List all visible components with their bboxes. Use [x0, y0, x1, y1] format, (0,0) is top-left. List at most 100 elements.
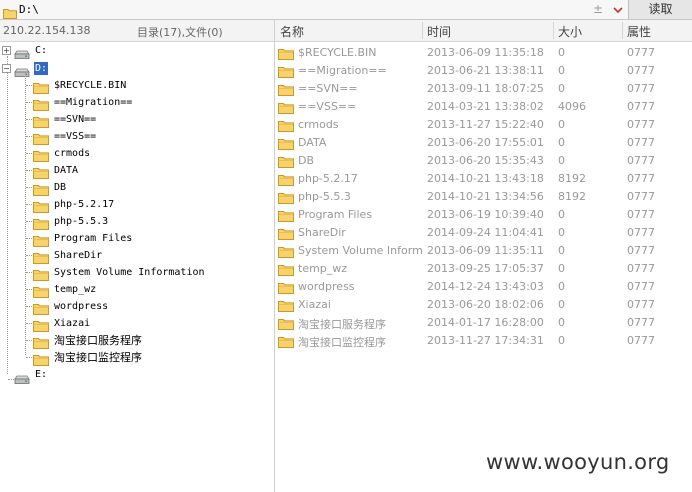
up-glyph[interactable]: ±: [593, 2, 603, 16]
tree-folder[interactable]: DB: [54, 181, 66, 194]
column-attr[interactable]: 属性: [627, 23, 651, 40]
tree-folder[interactable]: php-5.2.17: [54, 198, 114, 211]
tree-folder[interactable]: temp_wz: [54, 283, 96, 296]
file-size: 0: [558, 262, 565, 275]
column-separator[interactable]: [422, 22, 423, 39]
file-row[interactable]: ==Migration== 2013-06-21 13:38:11 0 0777: [275, 62, 692, 80]
file-row[interactable]: DB 2013-06-20 15:35:43 0 0777: [275, 152, 692, 170]
column-separator[interactable]: [553, 22, 554, 39]
tree-connector: [26, 323, 32, 324]
file-size: 4096: [558, 100, 586, 113]
file-row[interactable]: 淘宝接口服务程序 2014-01-17 16:28:00 0 0777: [275, 314, 692, 332]
tree-folder[interactable]: 淘宝接口监控程序: [54, 351, 142, 364]
file-attr[interactable]: 0777: [627, 64, 655, 77]
tree-folder[interactable]: Xiazai: [54, 317, 90, 330]
file-attr[interactable]: 0777: [627, 226, 655, 239]
file-attr[interactable]: 0777: [627, 244, 655, 257]
file-attr[interactable]: 0777: [627, 208, 655, 221]
tree-folder[interactable]: 淘宝接口服务程序: [54, 334, 142, 347]
tree-folder[interactable]: System Volume Information: [54, 266, 205, 279]
current-path[interactable]: D:\: [19, 3, 39, 16]
file-name[interactable]: Program Files: [298, 208, 423, 221]
file-name[interactable]: wordpress: [298, 280, 423, 293]
tree-folder[interactable]: ShareDir: [54, 249, 102, 262]
file-name[interactable]: 淘宝接口监控程序: [298, 334, 423, 350]
column-time[interactable]: 时间: [427, 23, 451, 40]
file-name[interactable]: crmods: [298, 118, 423, 131]
file-attr[interactable]: 0777: [627, 118, 655, 131]
read-button[interactable]: 读取: [628, 0, 692, 19]
tree-folder[interactable]: $RECYCLE.BIN: [54, 79, 126, 92]
file-name[interactable]: ==SVN==: [298, 82, 423, 95]
file-attr[interactable]: 0777: [627, 334, 655, 347]
tree-folder[interactable]: wordpress: [54, 300, 108, 313]
file-row[interactable]: 淘宝接口监控程序 2013-11-27 17:34:31 0 0777: [275, 332, 692, 350]
tree-folder[interactable]: php-5.5.3: [54, 215, 108, 228]
tree-drive-d[interactable]: D:: [34, 62, 49, 75]
file-name[interactable]: DATA: [298, 136, 423, 149]
file-name[interactable]: System Volume Informati...: [298, 244, 423, 257]
file-row[interactable]: ==VSS== 2014-03-21 13:38:02 4096 0777: [275, 98, 692, 116]
tree-connector: [26, 170, 32, 171]
file-row[interactable]: php-5.5.3 2014-10-21 13:34:56 8192 0777: [275, 188, 692, 206]
file-name[interactable]: php-5.2.17: [298, 172, 423, 185]
file-name[interactable]: ==Migration==: [298, 64, 423, 77]
tree-drive-e[interactable]: E:: [35, 368, 47, 381]
file-row[interactable]: Xiazai 2013-06-20 18:02:06 0 0777: [275, 296, 692, 314]
file-row[interactable]: wordpress 2014-12-24 13:43:03 0 0777: [275, 278, 692, 296]
file-name[interactable]: 淘宝接口服务程序: [298, 316, 423, 332]
file-name[interactable]: Xiazai: [298, 298, 423, 311]
file-row[interactable]: crmods 2013-11-27 15:22:40 0 0777: [275, 116, 692, 134]
column-name[interactable]: 名称: [280, 23, 304, 40]
column-size[interactable]: 大小: [558, 23, 582, 40]
tree-folder[interactable]: ==SVN==: [54, 113, 96, 126]
file-row[interactable]: php-5.2.17 2014-10-21 13:43:18 8192 0777: [275, 170, 692, 188]
file-attr[interactable]: 0777: [627, 82, 655, 95]
file-name[interactable]: $RECYCLE.BIN: [298, 46, 423, 59]
folder-icon: [278, 83, 294, 99]
chevron-down-icon[interactable]: [611, 2, 625, 16]
tree-drive-c[interactable]: C:: [35, 44, 47, 57]
tree-folder[interactable]: ==Migration==: [54, 96, 132, 109]
folder-icon: [278, 317, 294, 333]
folder-icon: [278, 263, 294, 279]
watermark: www.wooyun.org: [486, 450, 670, 474]
file-attr[interactable]: 0777: [627, 280, 655, 293]
file-attr[interactable]: 0777: [627, 100, 655, 113]
file-row[interactable]: System Volume Informati... 2013-06-09 11:…: [275, 242, 692, 260]
tree-folder[interactable]: crmods: [54, 147, 90, 160]
file-attr[interactable]: 0777: [627, 298, 655, 311]
file-row[interactable]: temp_wz 2013-09-25 17:05:37 0 0777: [275, 260, 692, 278]
file-row[interactable]: DATA 2013-06-20 17:55:01 0 0777: [275, 134, 692, 152]
file-attr[interactable]: 0777: [627, 154, 655, 167]
file-name[interactable]: DB: [298, 154, 423, 167]
tree-folder[interactable]: ==VSS==: [54, 130, 96, 143]
column-separator[interactable]: [622, 22, 623, 39]
file-attr[interactable]: 0777: [627, 46, 655, 59]
tree-connector: [26, 272, 32, 273]
folder-icon: [278, 209, 294, 225]
collapse-toggle[interactable]: −: [2, 64, 11, 73]
file-time: 2013-09-25 17:05:37: [427, 262, 544, 275]
file-attr[interactable]: 0777: [627, 172, 655, 185]
file-attr[interactable]: 0777: [627, 262, 655, 275]
expand-toggle[interactable]: +: [2, 46, 11, 55]
file-name[interactable]: ==VSS==: [298, 100, 423, 113]
tree-folder[interactable]: DATA: [54, 164, 78, 177]
file-row[interactable]: $RECYCLE.BIN 2013-06-09 11:35:18 0 0777: [275, 44, 692, 62]
file-row[interactable]: Program Files 2013-06-19 10:39:40 0 0777: [275, 206, 692, 224]
file-name[interactable]: temp_wz: [298, 262, 423, 275]
file-row[interactable]: ==SVN== 2013-09-11 18:07:25 0 0777: [275, 80, 692, 98]
tree-connector: [26, 357, 32, 358]
tree-folder[interactable]: Program Files: [54, 232, 132, 245]
file-size: 0: [558, 316, 565, 329]
file-row[interactable]: ShareDir 2014-09-24 11:04:41 0 0777: [275, 224, 692, 242]
tree-connector: [26, 153, 32, 154]
file-size: 0: [558, 154, 565, 167]
file-attr[interactable]: 0777: [627, 136, 655, 149]
file-name[interactable]: ShareDir: [298, 226, 423, 239]
tree-connector: [26, 340, 32, 341]
file-attr[interactable]: 0777: [627, 190, 655, 203]
file-name[interactable]: php-5.5.3: [298, 190, 423, 203]
file-attr[interactable]: 0777: [627, 316, 655, 329]
